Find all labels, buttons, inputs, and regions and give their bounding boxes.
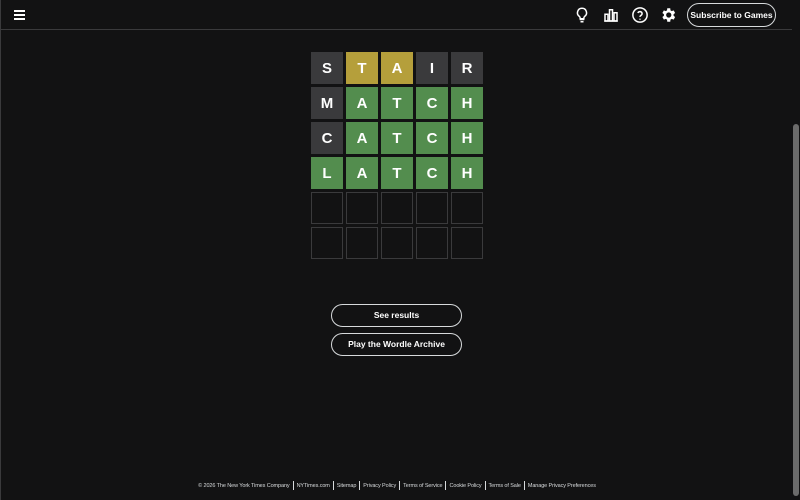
board-tile-r2-c1: M [311,87,343,119]
board-tile-r4-c3: T [381,157,413,189]
board-tile-r6-c3 [381,227,413,259]
footer-link-cookie-policy[interactable]: Cookie Policy [446,483,484,489]
settings-gear-icon[interactable] [659,6,677,24]
board-tile-r3-c3: T [381,122,413,154]
board-tile-r5-c1 [311,192,343,224]
board-tile-r2-c3: T [381,87,413,119]
stats-bar-chart-icon[interactable] [602,6,620,24]
help-question-icon[interactable] [631,6,649,24]
board-tile-r4-c1: L [311,157,343,189]
wordle-page: Subscribe to Games STAIRMATCHCATCHLATCH … [0,0,800,500]
board-tile-r6-c2 [346,227,378,259]
footer-link-nytimes-com[interactable]: NYTimes.com [294,483,333,489]
board-tile-r1-c4: I [416,52,448,84]
game-board: STAIRMATCHCATCHLATCH [311,52,483,259]
vertical-scrollbar[interactable] [792,0,800,500]
footer-link-privacy-policy[interactable]: Privacy Policy [360,483,399,489]
copyright-text: © 2026 The New York Times Company [198,482,290,489]
footer-link-sitemap[interactable]: Sitemap [334,483,359,489]
board-tile-r3-c2: A [346,122,378,154]
board-tile-r2-c4: C [416,87,448,119]
board-tile-r4-c2: A [346,157,378,189]
board-tile-r1-c1: S [311,52,343,84]
board-tile-r6-c5 [451,227,483,259]
board-tile-r6-c4 [416,227,448,259]
see-results-button[interactable]: See results [331,304,462,327]
board-tile-r4-c5: H [451,157,483,189]
footer-link-terms-of-sale[interactable]: Terms of Sale [486,483,524,489]
top-nav-bar: Subscribe to Games [1,0,793,30]
scrollbar-thumb[interactable] [793,124,799,496]
footer: © 2026 The New York Times Company NYTime… [1,481,793,490]
hint-lightbulb-icon[interactable] [573,6,591,24]
board-tile-r3-c1: C [311,122,343,154]
board-tile-r3-c5: H [451,122,483,154]
board-tile-r4-c4: C [416,157,448,189]
board-tile-r1-c3: A [381,52,413,84]
board-tile-r1-c2: T [346,52,378,84]
board-tile-r2-c5: H [451,87,483,119]
board-tile-r6-c1 [311,227,343,259]
footer-link-terms-of-service[interactable]: Terms of Service [400,483,445,489]
play-wordle-archive-button[interactable]: Play the Wordle Archive [331,333,462,356]
board-tile-r2-c2: A [346,87,378,119]
board-tile-r5-c4 [416,192,448,224]
board-tile-r5-c5 [451,192,483,224]
board-tile-r5-c3 [381,192,413,224]
board-tile-r5-c2 [346,192,378,224]
subscribe-to-games-button[interactable]: Subscribe to Games [687,3,776,27]
board-tile-r1-c5: R [451,52,483,84]
footer-link-manage-privacy-preferences[interactable]: Manage Privacy Preferences [525,483,599,489]
board-tile-r3-c4: C [416,122,448,154]
hamburger-menu-icon[interactable] [14,9,28,21]
